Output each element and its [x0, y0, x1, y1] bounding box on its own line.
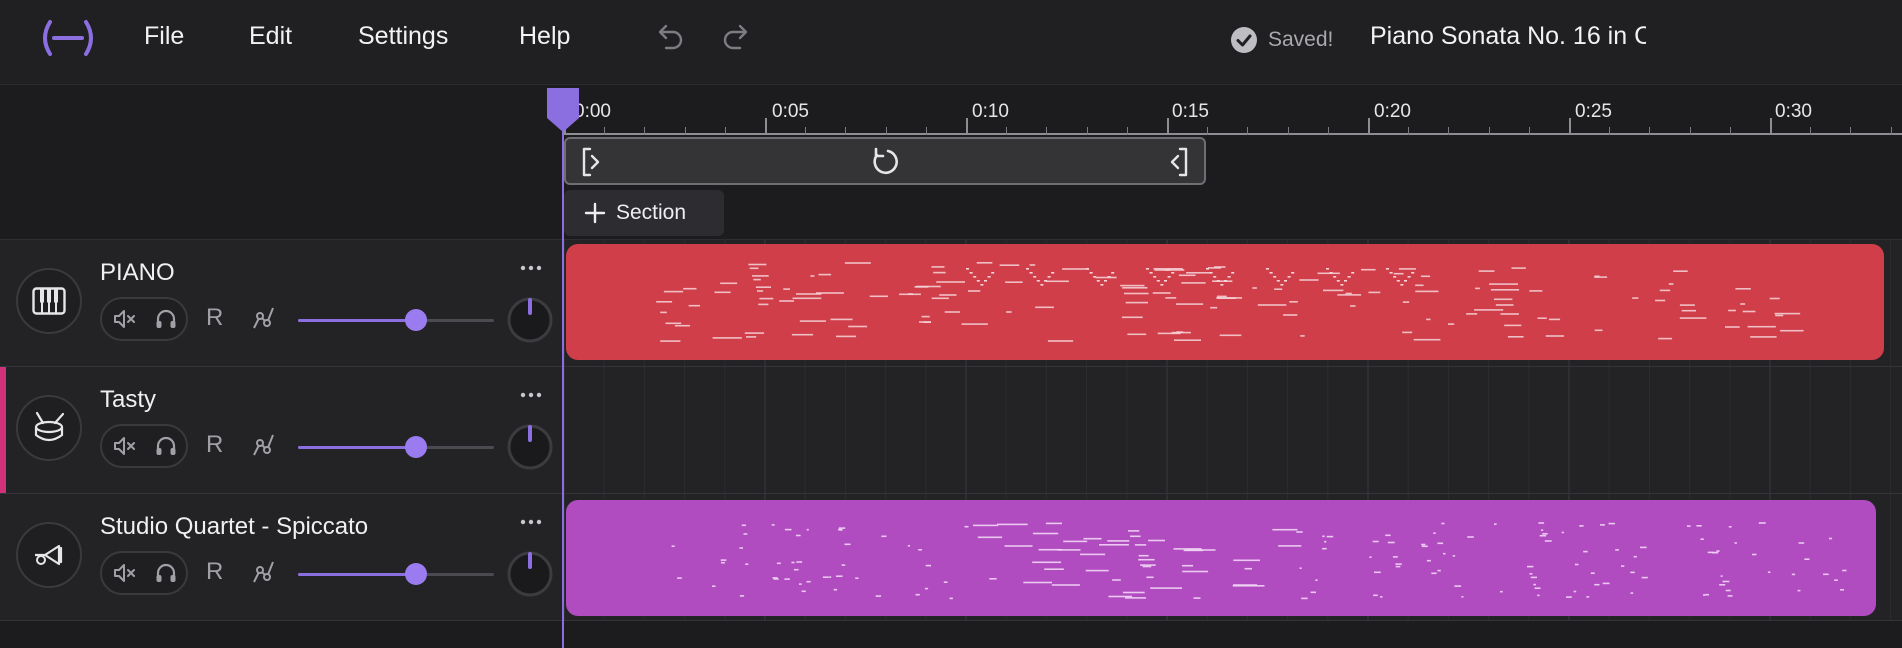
- loop-region[interactable]: [564, 137, 1206, 185]
- menu-file[interactable]: File: [144, 22, 184, 51]
- volume-thumb[interactable]: [404, 309, 427, 331]
- plus-icon: [584, 202, 606, 224]
- ruler-label: 0:30: [1775, 101, 1812, 122]
- record-arm-button[interactable]: R: [206, 431, 223, 459]
- undo-icon[interactable]: [652, 20, 686, 54]
- lane-grid: [563, 367, 1892, 493]
- save-status: Saved!: [1230, 24, 1333, 56]
- menu-edit[interactable]: Edit: [249, 22, 292, 51]
- mute-solo-group: [100, 551, 188, 595]
- menu-settings[interactable]: Settings: [358, 22, 448, 51]
- empty-area: [0, 624, 1902, 648]
- ruler-label: 0:10: [972, 101, 1009, 122]
- volume-thumb[interactable]: [404, 436, 427, 458]
- track-lane-tasty[interactable]: [562, 367, 1902, 494]
- timeline-ruler[interactable]: 0:00 0:05 0:10 0:15 0:20 0:25 0:30: [562, 85, 1902, 135]
- loop-icon[interactable]: [868, 145, 902, 179]
- volume-slider[interactable]: [298, 309, 494, 331]
- ruler-label: 0:15: [1172, 101, 1209, 122]
- ruler-label: 0:25: [1575, 101, 1612, 122]
- headphones-icon[interactable]: [154, 307, 178, 331]
- pan-knob[interactable]: [506, 296, 554, 344]
- headphones-icon[interactable]: [154, 561, 178, 585]
- top-bar: File Edit Settings Help Saved! Piano Son…: [0, 0, 1902, 85]
- mute-solo-group: [100, 297, 188, 341]
- ruler-label: 0:20: [1374, 101, 1411, 122]
- section-row: Section: [562, 187, 1902, 240]
- horn-icon[interactable]: [16, 522, 82, 588]
- loop-start-icon[interactable]: [580, 147, 604, 177]
- track-name[interactable]: Studio Quartet - Spiccato: [100, 513, 368, 541]
- volume-slider[interactable]: [298, 563, 494, 585]
- pan-knob[interactable]: [506, 550, 554, 598]
- track-lane-piano[interactable]: [562, 240, 1902, 367]
- loop-end-icon[interactable]: [1166, 147, 1190, 177]
- mute-icon[interactable]: [112, 434, 138, 458]
- track-header-quartet[interactable]: Studio Quartet - Spiccato R: [0, 494, 562, 621]
- more-options-icon[interactable]: [520, 389, 542, 401]
- record-arm-button[interactable]: R: [206, 558, 223, 586]
- redo-icon[interactable]: [720, 20, 754, 54]
- midi-clip-piano[interactable]: [566, 244, 1884, 360]
- menu-help[interactable]: Help: [519, 22, 570, 51]
- track-list-header: [0, 85, 562, 240]
- ruler-label: 0:05: [772, 101, 809, 122]
- playhead-handle[interactable]: [545, 86, 581, 134]
- automation-icon[interactable]: [250, 304, 278, 332]
- volume-slider[interactable]: [298, 436, 494, 458]
- mute-solo-group: [100, 424, 188, 468]
- headphones-icon[interactable]: [154, 434, 178, 458]
- midi-clip-quartet[interactable]: [566, 500, 1876, 616]
- track-name[interactable]: Tasty: [100, 386, 156, 414]
- more-options-icon[interactable]: [520, 262, 542, 274]
- check-circle-icon: [1231, 27, 1257, 53]
- automation-icon[interactable]: [250, 558, 278, 586]
- save-status-text: Saved!: [1268, 28, 1334, 51]
- automation-icon[interactable]: [250, 431, 278, 459]
- song-title[interactable]: Piano Sonata No. 16 in C: [1370, 22, 1646, 51]
- loop-row: [562, 135, 1902, 188]
- piano-icon[interactable]: [16, 268, 82, 334]
- mute-icon[interactable]: [112, 307, 138, 331]
- add-section-label: Section: [616, 201, 687, 224]
- volume-thumb[interactable]: [404, 563, 427, 585]
- record-arm-button[interactable]: R: [206, 304, 223, 332]
- playhead-line: [562, 110, 564, 648]
- more-options-icon[interactable]: [520, 516, 542, 528]
- track-header-piano[interactable]: PIANO R: [0, 240, 562, 367]
- app-logo-icon[interactable]: [36, 16, 100, 60]
- pan-knob[interactable]: [506, 423, 554, 471]
- track-lane-quartet[interactable]: [562, 494, 1902, 621]
- drum-icon[interactable]: [16, 395, 82, 461]
- track-header-tasty[interactable]: Tasty R: [0, 367, 562, 494]
- track-name[interactable]: PIANO: [100, 259, 175, 287]
- mute-icon[interactable]: [112, 561, 138, 585]
- add-section-button[interactable]: Section: [564, 190, 724, 236]
